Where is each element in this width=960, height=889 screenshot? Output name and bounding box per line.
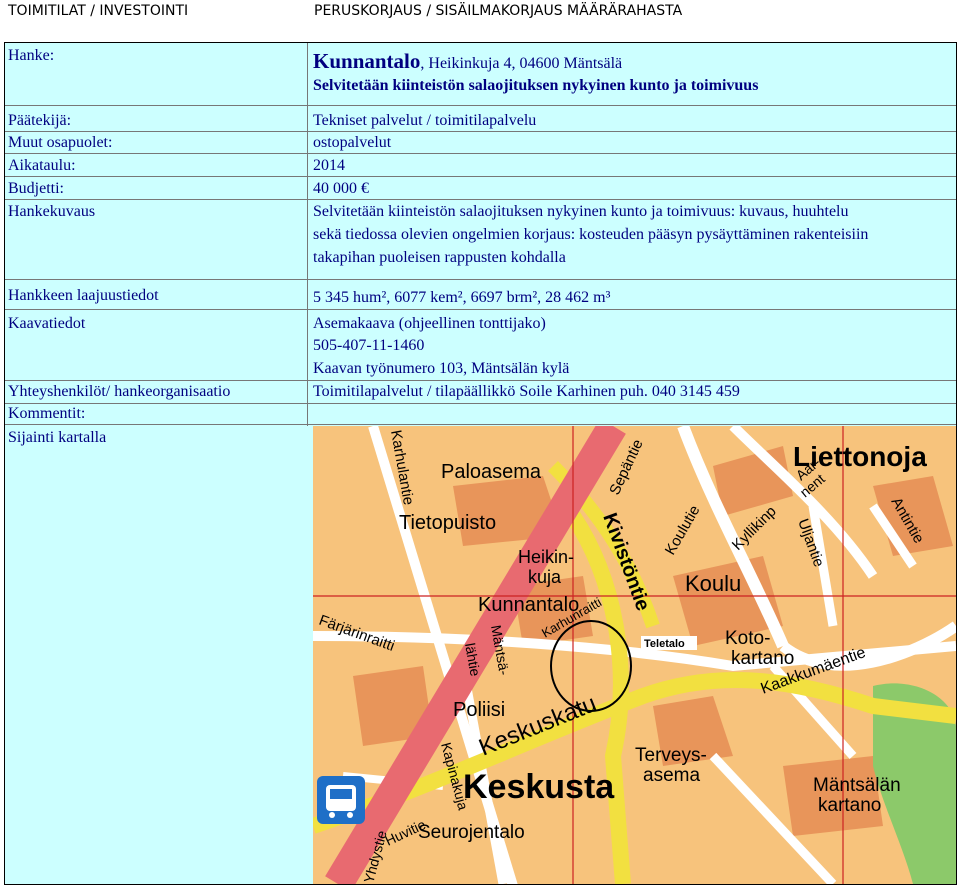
paatekija-label: Päätekijä: — [8, 112, 72, 129]
divider — [5, 380, 956, 381]
kommentit-label: Kommentit: — [8, 405, 86, 422]
map-label: Paloasema — [441, 461, 542, 483]
map-label: Koto- — [725, 628, 770, 649]
hanke-label-text: Hanke: — [8, 47, 55, 64]
divider — [5, 131, 956, 132]
map-label: asema — [643, 765, 700, 786]
map-label: Heikin- — [518, 547, 574, 567]
map-label: Poliisi — [453, 699, 505, 721]
muut-osapuolet-label: Muut osapuolet: — [8, 134, 113, 151]
map-label: kuja — [528, 567, 562, 587]
sijainti-label: Sijainti kartalla — [8, 429, 107, 446]
paatekija-value: Tekniset palvelut / toimitilapalvelu — [313, 112, 537, 129]
map-svg: Liettonoja Paloasema Tietopuisto Heikin-… — [313, 426, 956, 884]
hankekuvaus-line-3: takapihan puoleisen rappusten kohdalla — [313, 249, 566, 266]
kaava-line-1: Asemakaava (ohjeellinen tonttijako) — [313, 315, 546, 332]
aikataulu-label: Aikataulu: — [8, 157, 76, 174]
yhteys-value: Toimitilapalvelut / tilapäällikkö Soile … — [313, 383, 740, 400]
budjetti-value: 40 000 € — [313, 180, 369, 197]
hankekuvaus-line-2: sekä tiedossa olevien ongelmien korjaus:… — [313, 226, 869, 243]
divider — [5, 105, 956, 106]
kaava-line-3: Kaavan työnumero 103, Mäntsälän kylä — [313, 360, 570, 377]
map-label: kartano — [818, 795, 881, 816]
map-label: kartano — [731, 648, 794, 669]
divider — [5, 279, 956, 280]
project-name: Kunnantalo — [313, 49, 421, 73]
project-title: Kunnantalo, Heikinkuja 4, 04600 Mäntsälä — [313, 49, 622, 74]
header-category: TOIMITILAT / INVESTOINTI — [8, 3, 189, 19]
yhteys-label: Yhteyshenkilöt/ hankeorganisaatio — [8, 383, 231, 400]
kaava-line-2: 505-407-11-1460 — [313, 337, 425, 354]
page-header: TOIMITILAT / INVESTOINTI PERUSKORJAUS / … — [0, 0, 960, 22]
header-subcategory: PERUSKORJAUS / SISÄILMAKORJAUS MÄÄRÄRAHA… — [314, 3, 683, 19]
map-label: Teletalo — [644, 638, 685, 650]
map-label: Seurojentalo — [418, 822, 525, 843]
bus-stop-icon — [317, 776, 365, 824]
hankekuvaus-label: Hankekuvaus — [8, 203, 96, 220]
project-subtitle: Selvitetään kiinteistön salaojituksen ny… — [313, 77, 759, 94]
map-label: Terveys- — [635, 745, 707, 766]
divider — [5, 153, 956, 154]
map-label: Mäntsälän — [813, 775, 901, 796]
divider — [5, 309, 956, 310]
project-card: Hanke: Kunnantalo, Heikinkuja 4, 04600 M… — [4, 42, 957, 885]
budjetti-label: Budjetti: — [8, 180, 64, 197]
divider — [5, 403, 956, 404]
hankekuvaus-line-1: Selvitetään kiinteistön salaojituksen ny… — [313, 203, 849, 220]
laajuus-value: 5 345 hum², 6077 kem², 6697 brm², 28 462… — [313, 289, 611, 306]
kaava-label: Kaavatiedot — [8, 315, 86, 332]
location-map: Liettonoja Paloasema Tietopuisto Heikin-… — [313, 426, 956, 884]
column-divider — [307, 43, 308, 426]
divider — [5, 199, 956, 200]
muut-osapuolet-value: ostopalvelut — [313, 134, 392, 151]
map-label: Keskusta — [463, 768, 615, 806]
map-label: Tietopuisto — [399, 512, 496, 534]
aikataulu-value: 2014 — [313, 157, 345, 174]
divider — [5, 176, 956, 177]
map-label: Koulu — [685, 571, 741, 596]
divider — [5, 424, 956, 425]
project-address: , Heikinkuja 4, 04600 Mäntsälä — [420, 55, 623, 72]
laajuus-label: Hankkeen laajuustiedot — [8, 287, 159, 304]
